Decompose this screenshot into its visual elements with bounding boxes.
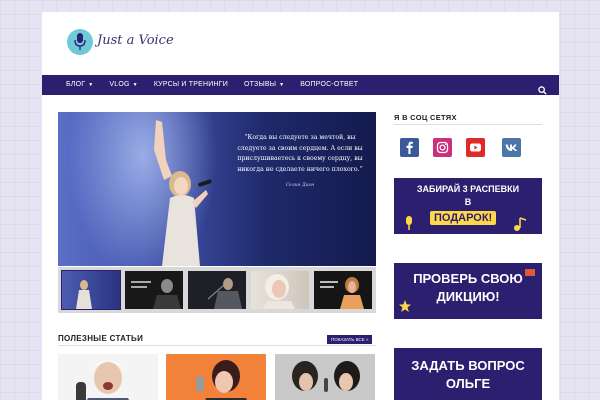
page-container: Just a Voice БЛОГ ▼ VLOG ▼ КУРСЫ И ТРЕНИНГ…: [42, 12, 559, 400]
nav-item-label: КУРСЫ И ТРЕНИНГИ: [153, 81, 228, 88]
diction-banner[interactable]: ПРОВЕРЬ СВОЮ ДИКЦИЮ!: [394, 263, 542, 319]
nav-item-label: VLOG: [109, 81, 130, 88]
instagram-icon: [436, 141, 449, 154]
show-all-button[interactable]: ПОКАЗАТЬ ВСЕ »: [327, 335, 373, 344]
hero-quote: “Когда вы следуете за мечтой, вы следует…: [237, 134, 363, 173]
caret-down-icon: ▼: [132, 82, 138, 88]
singer-photo: [154, 120, 212, 266]
slider-thumb[interactable]: [125, 271, 183, 309]
section-divider: [58, 345, 376, 346]
vk-link[interactable]: [502, 138, 521, 157]
facebook-link[interactable]: [400, 138, 419, 157]
logo-mark[interactable]: [67, 29, 93, 55]
nav-item-label: ВОПРОС-ОТВЕТ: [300, 81, 359, 88]
banner-line: ПРОВЕРЬ СВОЮ: [413, 271, 523, 286]
nav-item-label: ОТЗЫВЫ: [243, 81, 277, 88]
vk-icon: [505, 144, 518, 151]
slider-thumbnails: [58, 267, 376, 313]
caret-down-icon: ▼: [279, 82, 285, 88]
article-card[interactable]: [166, 354, 266, 400]
thumb-image: [263, 274, 295, 309]
article-image: [196, 360, 247, 400]
nav-item-vlog[interactable]: VLOG ▼: [101, 75, 145, 95]
nav-item-qa[interactable]: ВОПРОС-ОТВЕТ: [292, 75, 366, 95]
hero-slide[interactable]: “Когда вы следуете за мечтой, вы следует…: [58, 112, 376, 266]
nav-item-label: БЛОГ: [66, 81, 86, 88]
microphone-icon: [74, 33, 86, 50]
search-icon: [538, 86, 547, 95]
star-icon: [399, 300, 411, 312]
youtube-icon: [470, 143, 481, 152]
banner-line: В: [464, 197, 472, 207]
nav-item-reviews[interactable]: ОТЗЫВЫ ▼: [236, 75, 292, 95]
microphone-icon: [406, 216, 412, 230]
thumb-image: [76, 280, 92, 309]
article-card[interactable]: [58, 354, 158, 400]
nav-item-courses[interactable]: КУРСЫ И ТРЕНИНГИ: [146, 75, 236, 95]
article-card[interactable]: [275, 354, 375, 400]
slider-thumb[interactable]: [61, 270, 121, 310]
banner-line: ЗАДАТЬ ВОПРОС: [411, 358, 525, 373]
youtube-link[interactable]: [466, 138, 485, 157]
thumb-image: [320, 277, 364, 309]
articles-title: ПОЛЕЗНЫЕ СТАТЬИ: [58, 334, 144, 343]
banner-line: ОЛЬГЕ: [445, 376, 491, 391]
flag-icon: [525, 269, 535, 276]
music-note-icon: [514, 217, 527, 231]
thumb-image: [207, 278, 242, 309]
main-nav: БЛОГ ▼ VLOG ▼ КУРСЫ И ТРЕНИНГИ ОТЗЫВЫ ▼ ВОП…: [42, 75, 559, 95]
slider-thumb[interactable]: [251, 271, 309, 309]
article-image: [292, 361, 360, 392]
section-divider: [394, 124, 542, 125]
hero-author: Селин Дион: [285, 183, 315, 188]
banner-line: ЗАБИРАЙ 3 РАСПЕВКИ: [416, 184, 520, 194]
nav-item-blog[interactable]: БЛОГ ▼: [42, 75, 101, 95]
logo-text[interactable]: Just a Voice: [97, 33, 174, 48]
article-image: [76, 361, 130, 400]
instagram-link[interactable]: [433, 138, 452, 157]
gift-banner[interactable]: ЗАБИРАЙ 3 РАСПЕВКИ В ПОДАРОК!: [394, 178, 542, 234]
site-header: Just a Voice: [42, 12, 559, 75]
caret-down-icon: ▼: [88, 82, 94, 88]
search-button[interactable]: [538, 80, 547, 99]
banner-highlight: ПОДАРОК!: [430, 211, 497, 225]
slider-thumb[interactable]: [314, 271, 372, 309]
ask-question-banner[interactable]: ЗАДАТЬ ВОПРОС ОЛЬГЕ: [394, 348, 542, 400]
facebook-icon: [406, 141, 413, 154]
social-title: Я В СОЦ СЕТЯХ: [394, 113, 457, 122]
slider-thumb[interactable]: [188, 271, 246, 309]
thumb-image: [131, 279, 181, 309]
banner-line: ДИКЦИЮ!: [436, 289, 500, 304]
